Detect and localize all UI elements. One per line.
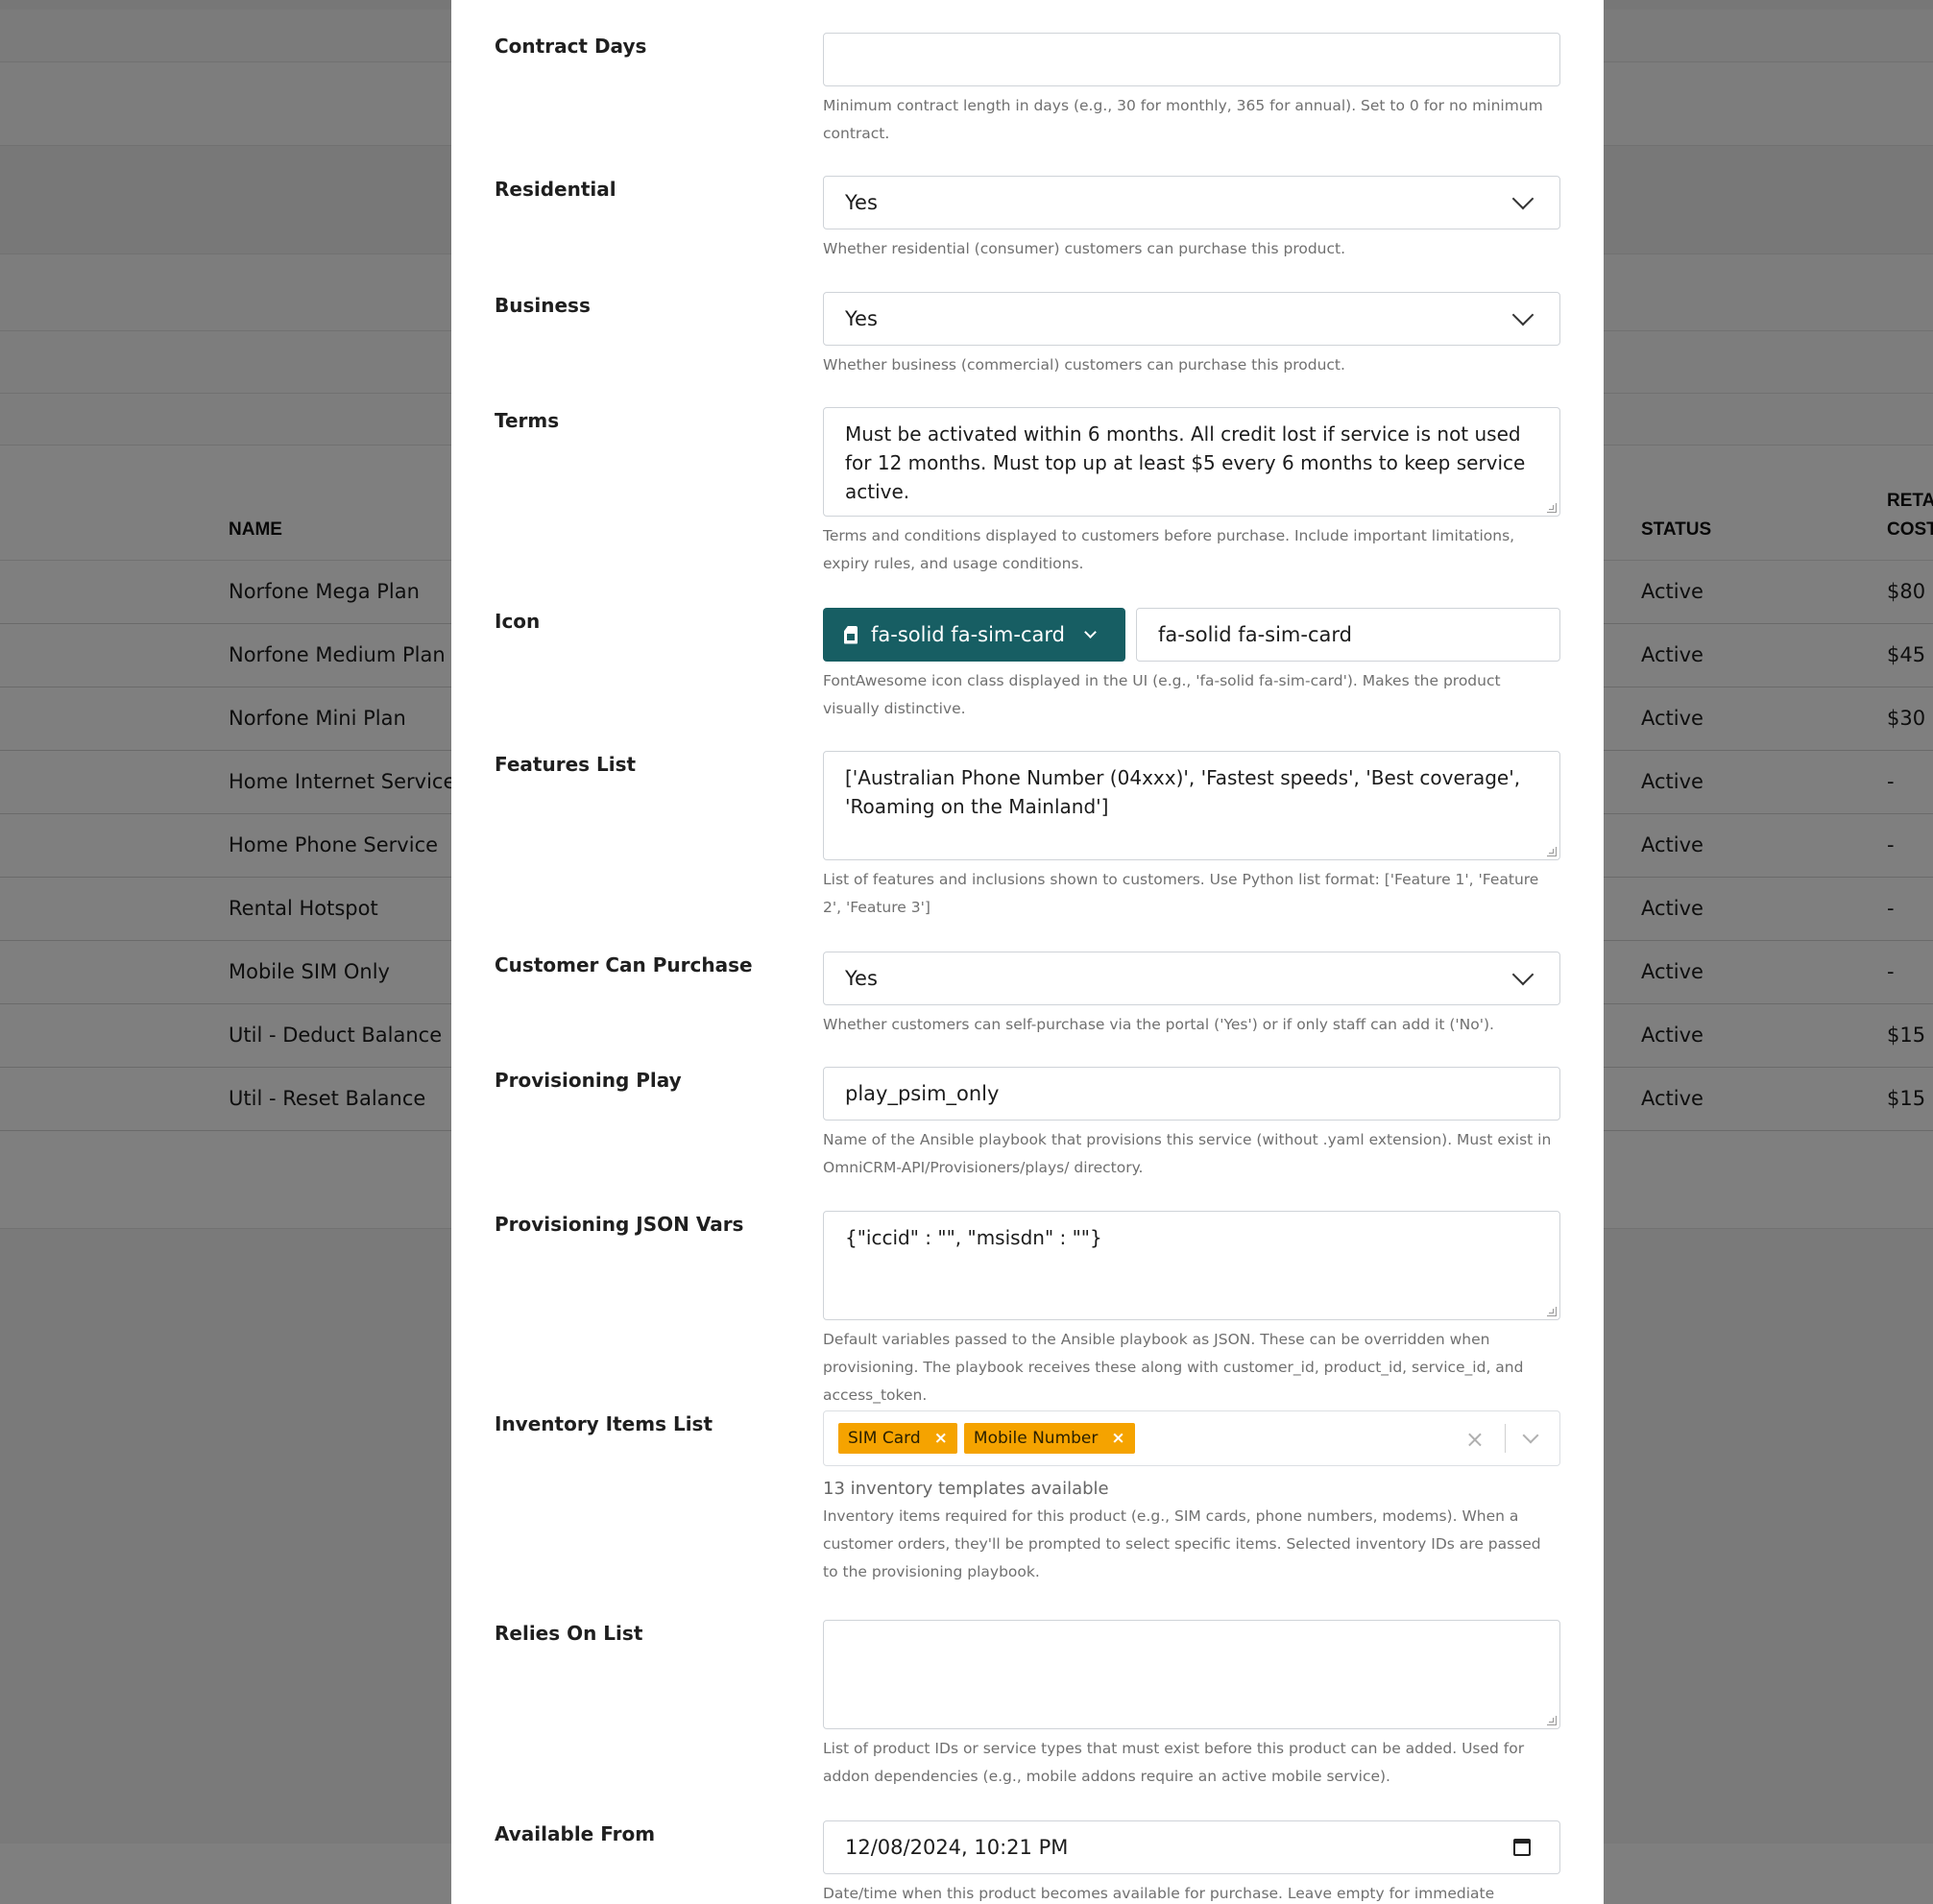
- relies-on-textarea[interactable]: [823, 1620, 1560, 1729]
- icon-picker-label: fa-solid fa-sim-card: [871, 623, 1065, 646]
- business-select[interactable]: Yes: [823, 292, 1560, 346]
- icon-help: FontAwesome icon class displayed in the …: [823, 672, 1501, 717]
- business-label: Business: [495, 294, 591, 317]
- available-from-input[interactable]: 12/08/2024, 10:21 PM: [823, 1820, 1560, 1874]
- residential-select[interactable]: Yes: [823, 176, 1560, 229]
- chevron-down-icon[interactable]: [1522, 1427, 1539, 1444]
- inventory-count: 13 inventory templates available: [823, 1479, 1109, 1499]
- provisioning-json-value: {"iccid" : "", "msisdn" : ""}: [845, 1226, 1102, 1249]
- inventory-label: Inventory Items List: [495, 1412, 713, 1435]
- resize-handle[interactable]: [1547, 847, 1557, 856]
- residential-label: Residential: [495, 178, 616, 201]
- resize-handle[interactable]: [1547, 503, 1557, 513]
- provisioning-play-help: Name of the Ansible playbook that provis…: [823, 1131, 1552, 1176]
- remove-chip-icon[interactable]: ×: [934, 1429, 948, 1448]
- customer-can-purchase-value: Yes: [845, 967, 878, 990]
- provisioning-json-help: Default variables passed to the Ansible …: [823, 1331, 1524, 1404]
- provisioning-json-label: Provisioning JSON Vars: [495, 1213, 744, 1236]
- inventory-chip: SIM Card ×: [838, 1423, 957, 1454]
- provisioning-play-input[interactable]: play_psim_only: [823, 1067, 1560, 1121]
- icon-picker-button[interactable]: fa-solid fa-sim-card: [823, 608, 1125, 662]
- chevron-down-icon: [1511, 303, 1534, 326]
- resize-handle[interactable]: [1547, 1716, 1557, 1725]
- relies-on-help: List of product IDs or service types tha…: [823, 1740, 1525, 1785]
- features-help: List of features and inclusions shown to…: [823, 871, 1539, 916]
- contract-days-help: Minimum contract length in days (e.g., 3…: [823, 97, 1543, 142]
- provisioning-play-label: Provisioning Play: [495, 1069, 682, 1092]
- icon-label: Icon: [495, 610, 541, 633]
- calendar-icon[interactable]: [1513, 1839, 1531, 1856]
- inventory-multiselect[interactable]: SIM Card × Mobile Number × ×: [823, 1410, 1560, 1466]
- customer-can-purchase-select[interactable]: Yes: [823, 952, 1560, 1005]
- contract-days-input[interactable]: [823, 33, 1560, 86]
- clear-all-icon[interactable]: ×: [1465, 1426, 1485, 1453]
- chevron-down-icon: [1511, 187, 1534, 210]
- terms-textarea[interactable]: Must be activated within 6 months. All c…: [823, 407, 1560, 517]
- business-help: Whether business (commercial) customers …: [823, 356, 1345, 374]
- features-label: Features List: [495, 753, 637, 776]
- resize-handle[interactable]: [1547, 1307, 1557, 1316]
- customer-can-purchase-help: Whether customers can self-purchase via …: [823, 1016, 1494, 1033]
- residential-value: Yes: [845, 191, 878, 214]
- features-textarea[interactable]: ['Australian Phone Number (04xxx)', 'Fas…: [823, 751, 1560, 860]
- chevron-down-icon: [1084, 626, 1097, 639]
- provisioning-json-textarea[interactable]: {"iccid" : "", "msisdn" : ""}: [823, 1211, 1560, 1320]
- terms-label: Terms: [495, 409, 560, 432]
- product-edit-modal: Contract Days Minimum contract length in…: [451, 0, 1604, 1904]
- business-value: Yes: [845, 307, 878, 330]
- chevron-down-icon: [1511, 963, 1534, 986]
- customer-can-purchase-label: Customer Can Purchase: [495, 953, 753, 976]
- inventory-help: Inventory items required for this produc…: [823, 1507, 1541, 1580]
- relies-on-label: Relies On List: [495, 1622, 643, 1645]
- remove-chip-icon[interactable]: ×: [1111, 1429, 1124, 1448]
- available-from-value: 12/08/2024, 10:21 PM: [845, 1836, 1069, 1859]
- sim-card-icon: [844, 625, 858, 644]
- icon-class-input[interactable]: fa-solid fa-sim-card: [1136, 608, 1560, 662]
- features-value: ['Australian Phone Number (04xxx)', 'Fas…: [845, 766, 1521, 818]
- terms-value: Must be activated within 6 months. All c…: [845, 422, 1526, 503]
- terms-help: Terms and conditions displayed to custom…: [823, 527, 1515, 572]
- divider: [1505, 1424, 1506, 1453]
- residential-help: Whether residential (consumer) customers…: [823, 240, 1346, 257]
- available-from-label: Available From: [495, 1822, 656, 1845]
- chip-label: SIM Card: [848, 1429, 921, 1448]
- contract-days-label: Contract Days: [495, 35, 647, 58]
- available-from-help: Date/time when this product becomes avai…: [823, 1885, 1495, 1902]
- chip-label: Mobile Number: [973, 1429, 1099, 1448]
- inventory-chip: Mobile Number ×: [963, 1423, 1135, 1454]
